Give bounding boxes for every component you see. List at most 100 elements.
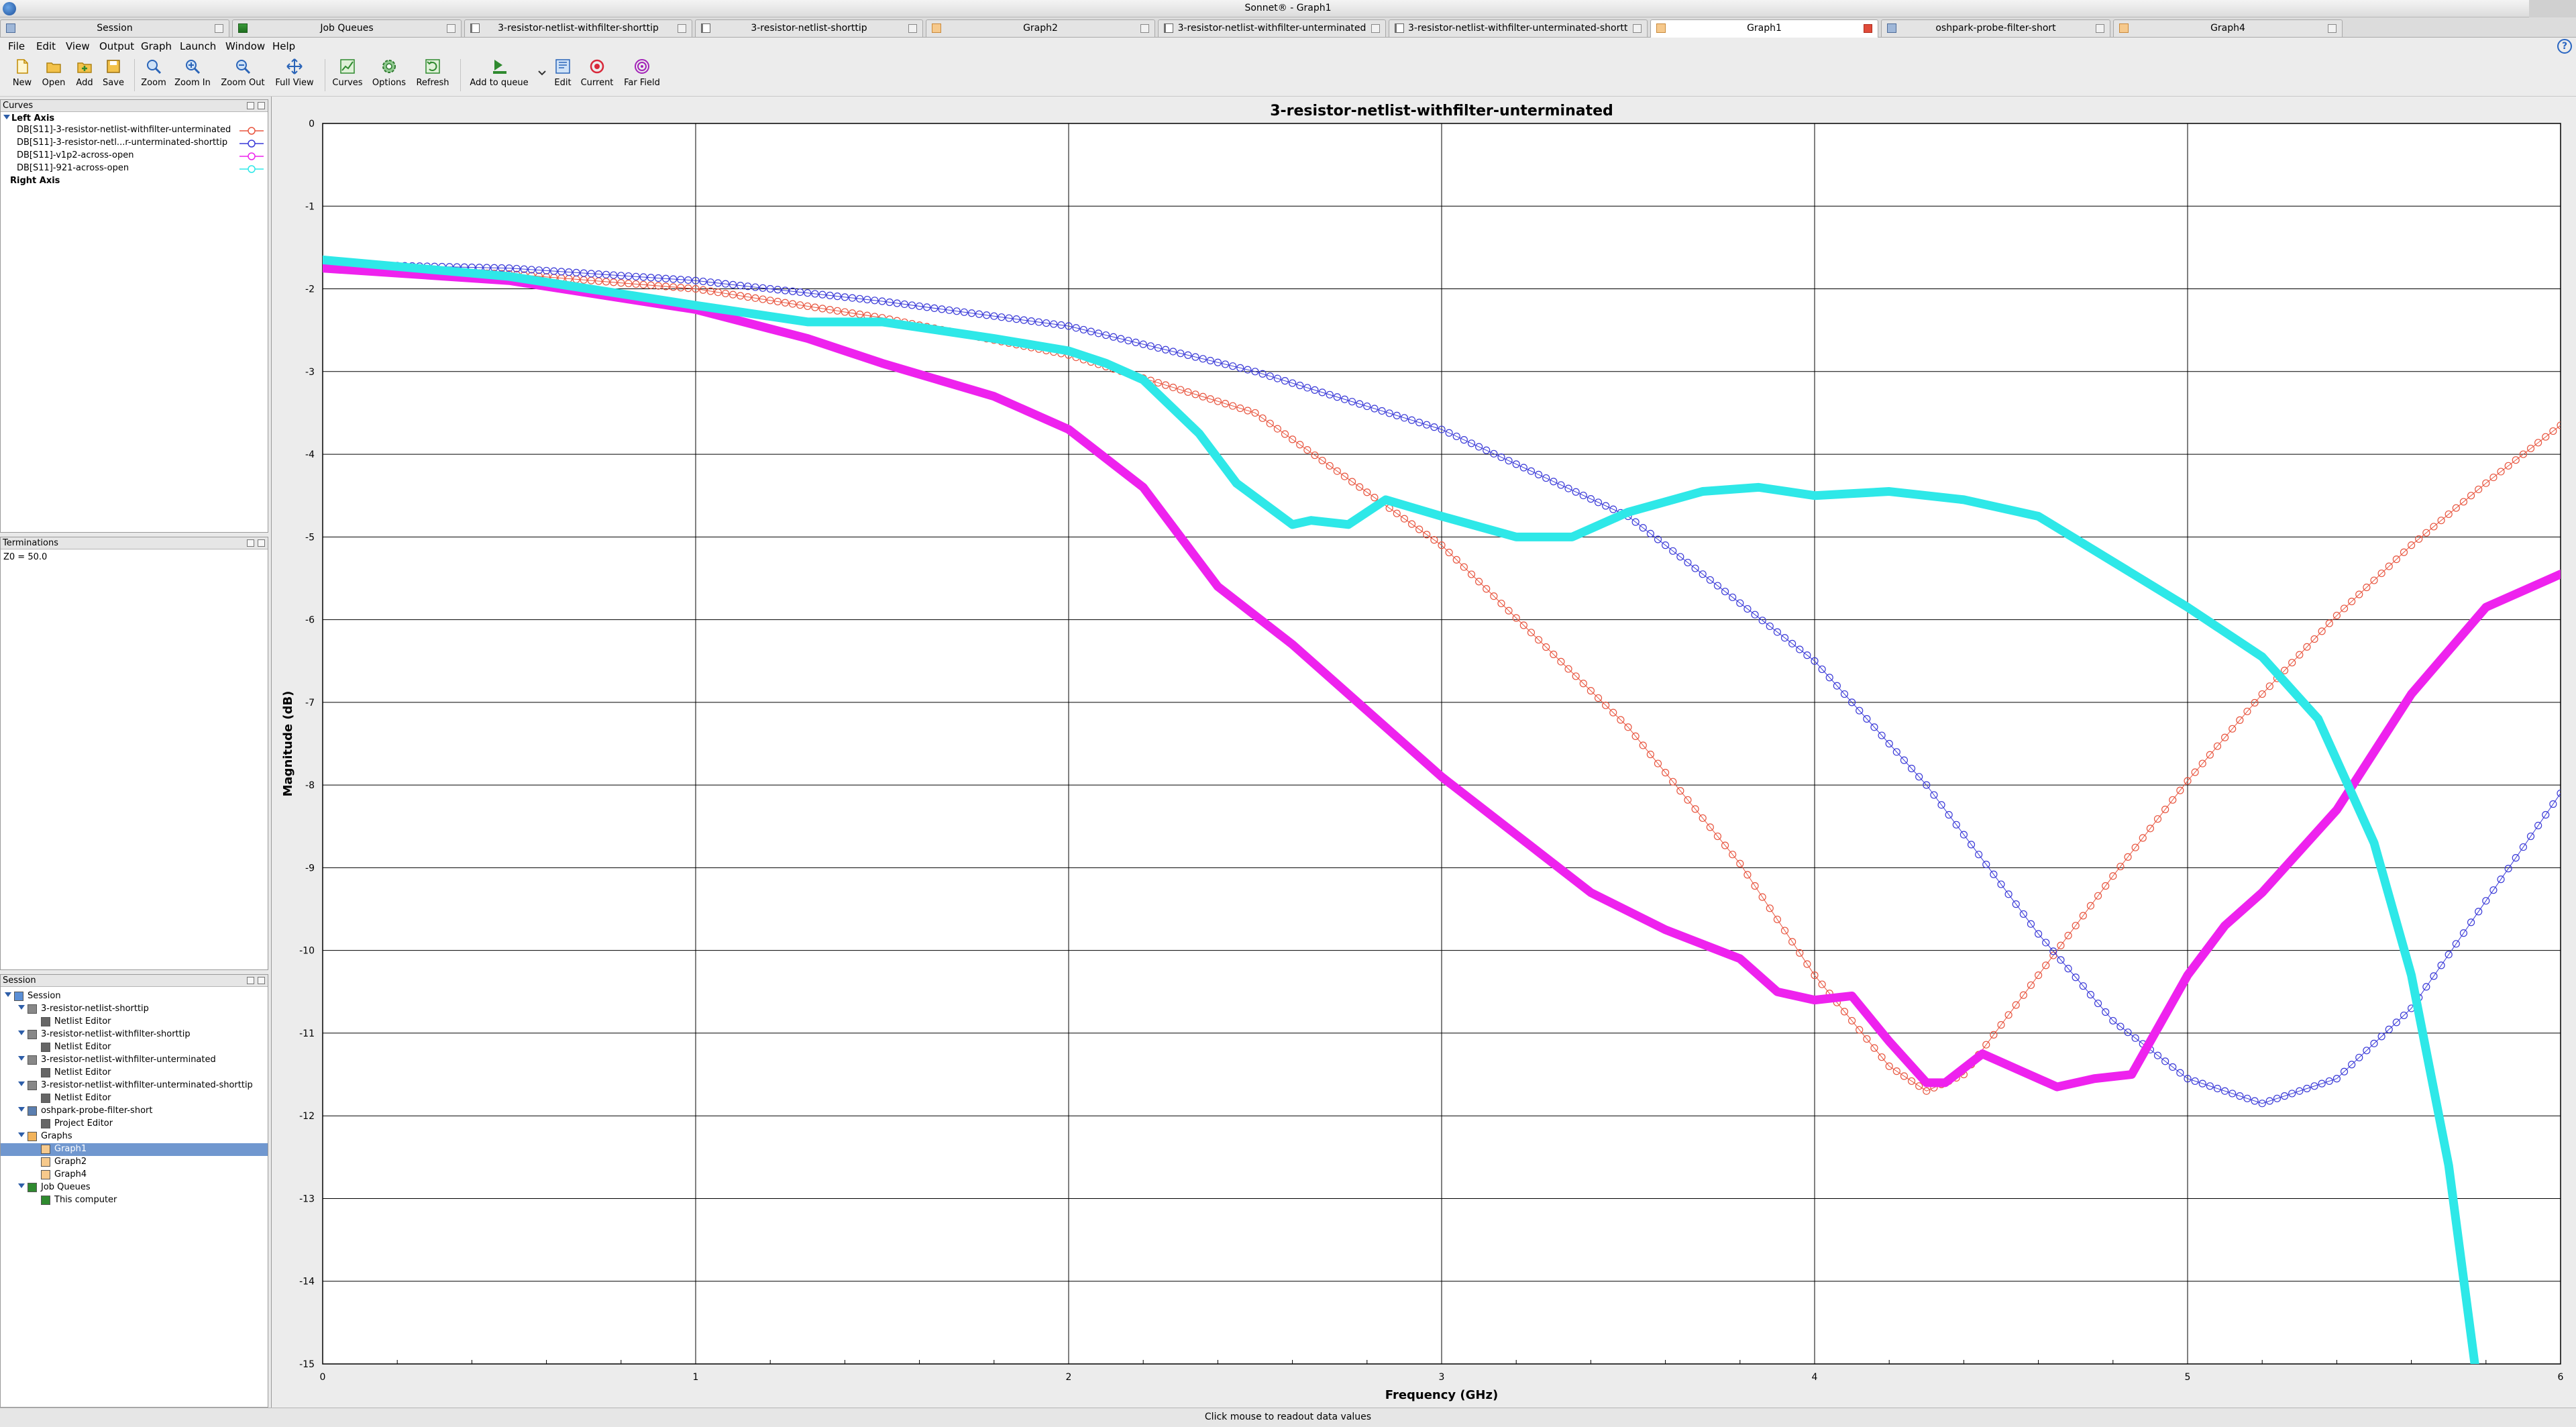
session-tree-item[interactable]: Graph4 — [1, 1169, 268, 1181]
curve-item[interactable]: DB[S11]-3-resistor-netl...r-unterminated… — [17, 138, 227, 150]
curves-button[interactable]: Curves — [330, 58, 365, 88]
tab-graph4[interactable]: Graph4 — [2113, 19, 2343, 37]
netlist-icon — [28, 1004, 37, 1014]
close-tab-icon[interactable] — [1371, 24, 1380, 33]
close-tab-icon[interactable] — [2096, 24, 2104, 33]
far-field-button[interactable]: Far Field — [620, 58, 664, 88]
panel-close-button[interactable] — [258, 539, 265, 547]
add-to-queue-button[interactable]: Add to queue — [466, 58, 533, 88]
session-tree-item[interactable]: Netlist Editor — [1, 1016, 268, 1028]
right-axis-node[interactable]: Right Axis — [10, 176, 60, 189]
current-button[interactable]: Current — [578, 58, 616, 88]
panel-float-button[interactable] — [247, 102, 254, 109]
session-icon — [6, 23, 15, 33]
session-tree-item[interactable]: Netlist Editor — [1, 1067, 268, 1079]
menu-output[interactable]: Output — [99, 40, 134, 52]
gear-icon — [380, 58, 398, 75]
zoom-button[interactable]: Zoom — [138, 58, 169, 88]
editor-icon — [41, 1094, 50, 1103]
session-tree-item[interactable]: Netlist Editor — [1, 1092, 268, 1105]
tab-graph1[interactable]: Graph1 — [1650, 19, 1878, 38]
curve-swatch-icon — [239, 152, 264, 160]
session-tree-item[interactable]: Graphs — [1, 1130, 268, 1143]
session-tree-item[interactable]: Session — [1, 990, 268, 1003]
tab-label: 3-resistor-netlist-withfilter-unterminat… — [1177, 23, 1366, 34]
project-icon — [1887, 23, 1896, 33]
refresh-button[interactable]: Refresh — [412, 58, 453, 88]
session-tree-item[interactable]: Graph1 — [1, 1143, 268, 1156]
new-button[interactable]: New — [8, 58, 36, 88]
curve-item[interactable]: DB[S11]-v1p2-across-open — [17, 150, 133, 162]
tab-job-queues[interactable]: Job Queues — [232, 19, 462, 37]
edit-button[interactable]: Edit — [551, 58, 574, 88]
session-tree-item[interactable]: Job Queues — [1, 1181, 268, 1194]
session-tree-item[interactable]: Project Editor — [1, 1118, 268, 1130]
tree-item-label: Netlist Editor — [54, 1067, 111, 1077]
menu-help[interactable]: Help — [272, 40, 295, 52]
tab-graph2[interactable]: Graph2 — [926, 19, 1155, 37]
add-button[interactable]: Add — [71, 58, 98, 88]
menu-window[interactable]: Window — [225, 40, 265, 52]
open-button[interactable]: Open — [39, 58, 68, 88]
y-tick-label: -11 — [299, 1028, 315, 1039]
session-tree-item[interactable]: This computer — [1, 1194, 268, 1207]
magnitude-chart[interactable]: 3-resistor-netlist-withfilter-unterminat… — [272, 97, 2576, 1408]
curve-item[interactable]: DB[S11]-921-across-open — [17, 163, 129, 175]
tab-3-resistor-netlist-withfilter-shorttip[interactable]: 3-resistor-netlist-withfilter-shorttip — [464, 19, 692, 37]
curve-item[interactable]: DB[S11]-3-resistor-netlist-withfilter-un… — [17, 125, 231, 137]
close-tab-icon[interactable] — [1633, 24, 1642, 33]
status-bar: Click mouse to readout data values — [0, 1408, 2576, 1427]
tab-3-resistor-netlist-withfilter-unterminated[interactable]: 3-resistor-netlist-withfilter-unterminat… — [1158, 19, 1386, 37]
session-tree-item[interactable]: 3-resistor-netlist-shorttip — [1, 1003, 268, 1016]
tab-3-resistor-netlist-withfilter-unterminated-shorttip[interactable]: 3-resistor-netlist-withfilter-unterminat… — [1389, 19, 1648, 37]
panel-close-button[interactable] — [258, 102, 265, 109]
close-tab-icon[interactable] — [1140, 24, 1149, 33]
menu-edit[interactable]: Edit — [36, 40, 56, 52]
panel-close-button[interactable] — [258, 977, 265, 984]
session-tree-item[interactable]: oshpark-probe-filter-short — [1, 1105, 268, 1118]
tab-oshpark-probe-filter-short[interactable]: oshpark-probe-filter-short — [1881, 19, 2110, 37]
menu-file[interactable]: File — [8, 40, 25, 52]
tree-item-label: Project Editor — [54, 1118, 113, 1128]
close-tab-icon[interactable] — [678, 24, 686, 33]
full-view-button[interactable]: Full View — [272, 58, 317, 88]
close-tab-icon[interactable] — [1864, 24, 1872, 33]
expand-arrow-icon[interactable] — [18, 1132, 25, 1137]
session-tree-item[interactable]: 3-resistor-netlist-withfilter-unterminat… — [1, 1054, 268, 1067]
graph-area[interactable]: 3-resistor-netlist-withfilter-unterminat… — [271, 97, 2576, 1408]
expand-arrow-icon[interactable] — [18, 1183, 25, 1188]
panel-float-button[interactable] — [247, 977, 254, 984]
save-icon — [105, 58, 122, 75]
session-tree-item[interactable]: Graph2 — [1, 1156, 268, 1169]
zoom-in-button[interactable]: Zoom In — [172, 58, 213, 88]
session-tree-item[interactable]: 3-resistor-netlist-withfilter-shorttip — [1, 1028, 268, 1041]
expand-arrow-icon[interactable] — [18, 1030, 25, 1035]
window-control[interactable] — [2529, 0, 2576, 17]
close-tab-icon[interactable] — [2328, 24, 2337, 33]
options-button[interactable]: Options — [370, 58, 408, 88]
expand-arrow-icon[interactable] — [5, 992, 11, 997]
close-tab-icon[interactable] — [908, 24, 917, 33]
expand-arrow-icon[interactable] — [18, 1056, 25, 1061]
expand-arrow-icon[interactable] — [18, 1005, 25, 1010]
panel-float-button[interactable] — [247, 539, 254, 547]
toolbar-separator — [134, 59, 135, 91]
terminations-panel: Terminations Z0 = 50.0 — [0, 537, 268, 970]
tab-3-resistor-netlist-shorttip[interactable]: 3-resistor-netlist-shorttip — [695, 19, 923, 37]
menu-launch[interactable]: Launch — [180, 40, 216, 52]
curves-list: Left Axis Right Axis DB[S11]-3-resistor-… — [1, 113, 268, 532]
expand-arrow-icon[interactable] — [18, 1081, 25, 1086]
session-tree-item[interactable]: 3-resistor-netlist-withfilter-unterminat… — [1, 1079, 268, 1092]
menu-view[interactable]: View — [66, 40, 90, 52]
zoom-out-button[interactable]: Zoom Out — [217, 58, 268, 88]
menu-graph[interactable]: Graph — [141, 40, 172, 52]
queue-dropdown[interactable] — [535, 68, 549, 79]
save-button[interactable]: Save — [99, 58, 127, 88]
expand-arrow-icon[interactable] — [18, 1107, 25, 1112]
tab-session[interactable]: Session — [0, 19, 229, 37]
help-icon[interactable]: ? — [2557, 39, 2572, 54]
close-tab-icon[interactable] — [215, 24, 223, 33]
close-tab-icon[interactable] — [447, 24, 455, 33]
y-tick-label: -1 — [305, 201, 315, 212]
session-tree-item[interactable]: Netlist Editor — [1, 1041, 268, 1054]
